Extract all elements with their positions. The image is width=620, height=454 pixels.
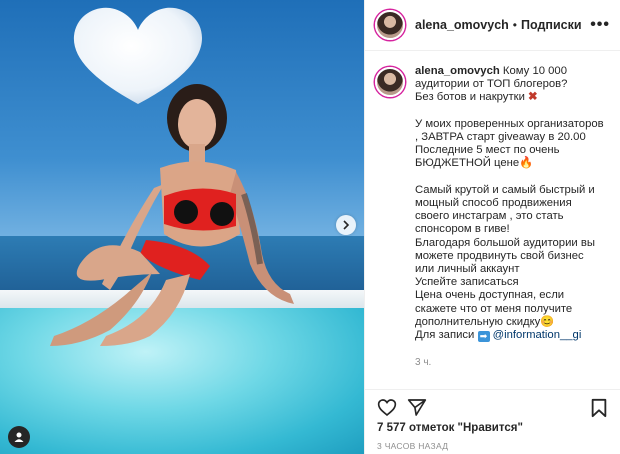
mention-link[interactable]: @information__gi — [493, 329, 582, 341]
heart-icon — [377, 399, 397, 417]
caption-line: Благодаря большой аудитории вы можете пр… — [415, 236, 595, 276]
caption-time[interactable]: 3 ч. — [415, 356, 605, 369]
post-date[interactable]: 3 ЧАСОВ НАЗАД — [377, 441, 448, 451]
like-button[interactable] — [375, 396, 399, 420]
action-bar — [365, 389, 620, 425]
next-image-button[interactable] — [336, 215, 356, 235]
caption-avatar[interactable] — [375, 67, 405, 97]
caption-block: alena_omovych Кому 10 000 аудитории от Т… — [365, 51, 620, 389]
caption-line: Самый крутой и самый быстрый и мощный сп… — [415, 183, 595, 236]
tagged-users-button[interactable] — [8, 426, 30, 448]
right-arrow-icon: ➡ — [477, 331, 490, 343]
caption-line: Для записи — [415, 329, 475, 342]
post-side-panel: alena_omovych • Подписки ••• alena_omovy… — [364, 0, 620, 454]
caption-line: Последние 5 мест по очень БЮДЖЕТНОЙ цене — [415, 144, 560, 170]
share-button[interactable] — [405, 396, 429, 420]
separator-dot: • — [512, 18, 517, 32]
model-figure — [50, 84, 294, 346]
following-button[interactable]: Подписки — [521, 18, 582, 32]
user-icon — [14, 432, 24, 442]
caption-line: У моих проверенных организаторов , ЗАВТР… — [415, 117, 604, 143]
header-username[interactable]: alena_omovych — [415, 18, 509, 32]
caption-username[interactable]: alena_omovych — [415, 65, 500, 77]
chevron-right-icon — [343, 220, 350, 230]
smile-icon: 😊 — [540, 315, 555, 328]
paper-plane-icon — [407, 399, 427, 416]
caption-text: alena_omovych Кому 10 000 аудитории от Т… — [415, 65, 605, 389]
caption-line: Успейте записаться — [415, 276, 519, 289]
cross-mark-icon: ✖ — [528, 91, 538, 104]
bookmark-icon — [591, 398, 607, 417]
likes-count[interactable]: 7 577 отметок "Нравится" — [377, 422, 523, 434]
caption-line: Без ботов и накрутки — [415, 91, 525, 104]
post-header: alena_omovych • Подписки ••• — [365, 0, 620, 51]
fire-icon: 🔥 — [519, 157, 534, 170]
avatar[interactable] — [375, 10, 405, 40]
more-options-icon[interactable]: ••• — [590, 16, 610, 34]
save-button[interactable] — [587, 396, 611, 420]
post-photo[interactable] — [0, 0, 364, 454]
